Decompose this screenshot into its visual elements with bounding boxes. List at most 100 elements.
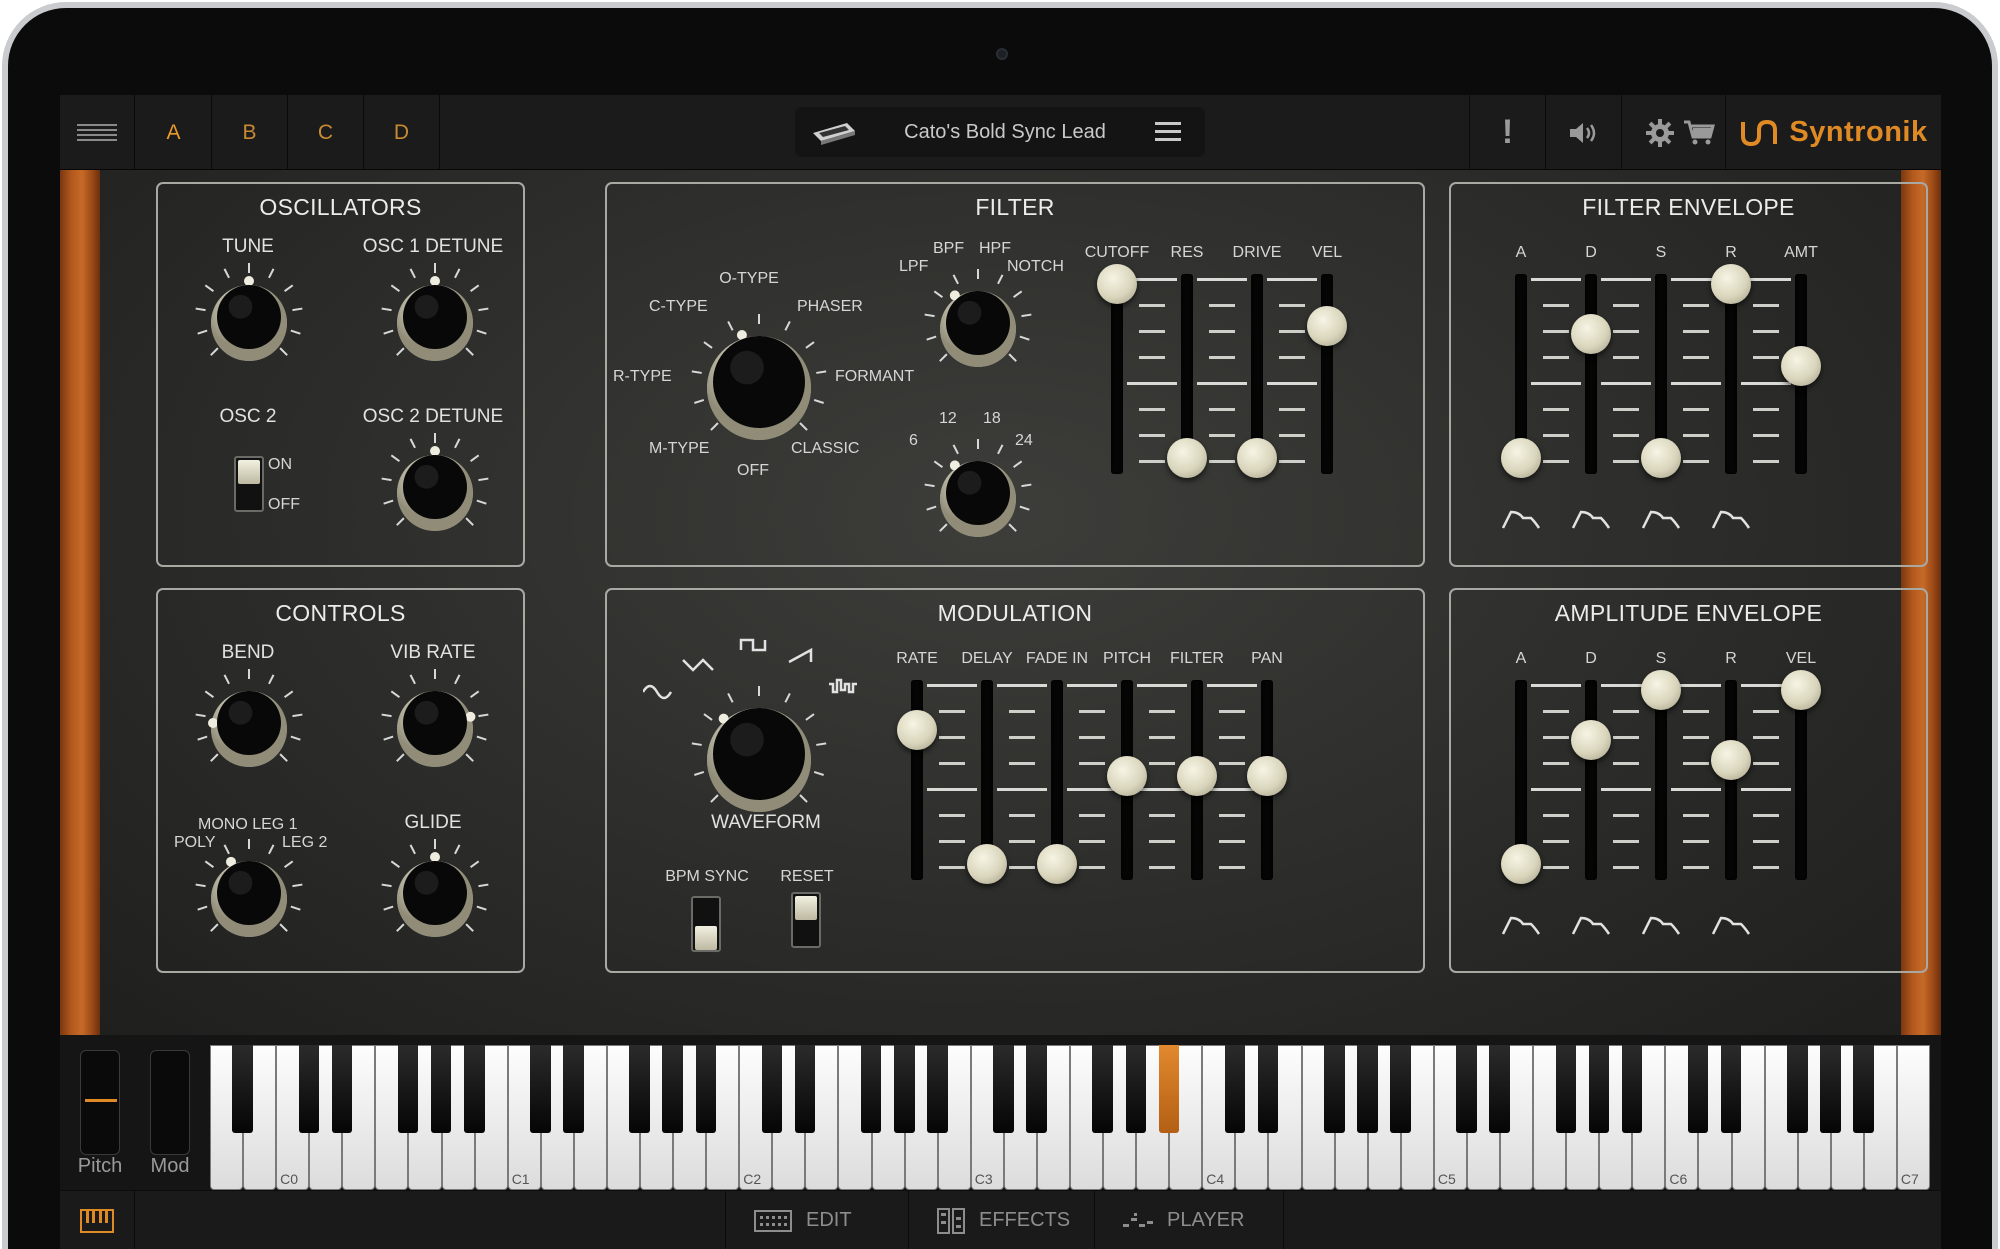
mod-rate-slider-cap[interactable] [897, 710, 937, 750]
mod-pitch-slider-cap[interactable] [1107, 756, 1147, 796]
bend-knob[interactable] [194, 668, 304, 778]
black-key[interactable] [794, 1045, 816, 1133]
vib-rate-knob[interactable] [380, 668, 490, 778]
slot-tab-d[interactable]: D [364, 95, 440, 170]
black-key[interactable] [1125, 1045, 1147, 1133]
filter-cutoff-slider[interactable] [1111, 274, 1123, 474]
slot-tab-a[interactable]: A [136, 95, 212, 170]
black-key[interactable] [1092, 1045, 1113, 1133]
reset-toggle[interactable] [791, 892, 821, 948]
filter-slope-knob[interactable] [923, 438, 1033, 548]
slider-scale-mark [927, 684, 977, 687]
filter-vel-slider-cap[interactable] [1307, 306, 1347, 346]
black-key[interactable] [927, 1045, 948, 1133]
preset-selector[interactable]: Cato's Bold Sync Lead [795, 107, 1205, 157]
filter-env-r-slider[interactable] [1725, 274, 1737, 474]
black-key[interactable] [894, 1045, 915, 1133]
amp-env-s-slider-cap[interactable] [1641, 670, 1681, 710]
black-key[interactable] [993, 1045, 1014, 1133]
glide-knob[interactable] [380, 838, 490, 948]
black-key[interactable] [464, 1045, 485, 1133]
filter-env-d-slider[interactable] [1585, 274, 1597, 474]
slider-scale-mark [1079, 814, 1105, 817]
black-key[interactable] [1324, 1045, 1345, 1133]
black-key[interactable] [1820, 1045, 1841, 1133]
black-key[interactable] [1357, 1045, 1378, 1133]
mod-filter-slider-cap[interactable] [1177, 756, 1217, 796]
black-key[interactable] [563, 1045, 584, 1133]
volume-button[interactable] [1545, 95, 1621, 170]
pitch-label: Pitch [77, 1155, 123, 1177]
amp-env-d-slider[interactable] [1585, 680, 1597, 880]
black-key[interactable] [1026, 1045, 1047, 1133]
black-key[interactable] [331, 1045, 353, 1133]
tune-knob[interactable] [194, 262, 304, 372]
keyboard-toggle-button[interactable] [60, 1191, 135, 1249]
mod-delay-slider-cap[interactable] [967, 844, 1007, 884]
amp-env-vel-slider[interactable] [1795, 680, 1807, 880]
osc2-toggle[interactable] [234, 456, 264, 512]
amp-env-r-slider[interactable] [1725, 680, 1737, 880]
edit-tab[interactable]: EDIT [725, 1191, 908, 1249]
black-key[interactable] [1853, 1045, 1874, 1133]
black-key[interactable] [695, 1045, 717, 1133]
black-key[interactable] [1621, 1045, 1643, 1133]
black-key[interactable] [1687, 1045, 1709, 1133]
white-key[interactable] [1896, 1045, 1930, 1190]
voice-mode-knob[interactable] [194, 838, 304, 948]
filter-mode-knob[interactable] [923, 268, 1033, 378]
amp-env-s-slider[interactable] [1655, 680, 1667, 880]
mod-fade-in-slider-cap[interactable] [1037, 844, 1077, 884]
filter-drive-slider-cap[interactable] [1237, 438, 1277, 478]
black-key[interactable] [1257, 1045, 1279, 1133]
effects-tab[interactable]: EFFECTS [908, 1191, 1094, 1249]
mod-wheel[interactable] [150, 1050, 190, 1155]
filter-env-s-slider-cap[interactable] [1641, 438, 1681, 478]
filter-type-knob[interactable] [679, 302, 839, 462]
mod-label: Mod [150, 1155, 190, 1177]
amp-env-vel-slider-cap[interactable] [1781, 670, 1821, 710]
black-key[interactable] [1158, 1045, 1180, 1133]
filter-res-slider-cap[interactable] [1167, 438, 1207, 478]
black-key[interactable] [1588, 1045, 1610, 1133]
main-menu-button[interactable] [60, 95, 135, 170]
amp-env-r-slider-cap[interactable] [1711, 740, 1751, 780]
osc1-detune-knob[interactable] [380, 262, 490, 372]
filter-vel-slider[interactable] [1321, 274, 1333, 474]
black-key[interactable] [1390, 1045, 1411, 1133]
black-key[interactable] [761, 1045, 783, 1133]
alert-button[interactable]: ! [1469, 95, 1545, 170]
filter-env-a-slider-cap[interactable] [1501, 438, 1541, 478]
black-key[interactable] [662, 1045, 683, 1133]
black-key[interactable] [430, 1045, 452, 1133]
black-key[interactable] [1489, 1045, 1510, 1133]
black-key[interactable] [1456, 1045, 1477, 1133]
black-key[interactable] [1555, 1045, 1577, 1133]
filter-cutoff-slider-cap[interactable] [1097, 264, 1137, 304]
shop-button[interactable] [1673, 95, 1725, 170]
filter-env-r-slider-cap[interactable] [1711, 264, 1751, 304]
black-key[interactable] [860, 1045, 882, 1133]
bpm-sync-toggle[interactable] [691, 896, 721, 952]
pitch-wheel[interactable] [80, 1050, 120, 1155]
osc2-detune-knob[interactable] [380, 432, 490, 542]
piano-keyboard[interactable]: C0 C1 C2 C3 C4 C5 C6 C7 [210, 1045, 1930, 1190]
black-key[interactable] [530, 1045, 551, 1133]
player-tab[interactable]: PLAYER [1094, 1191, 1284, 1249]
preset-list-icon[interactable] [1155, 121, 1181, 143]
amp-env-a-slider-cap[interactable] [1501, 844, 1541, 884]
black-key[interactable] [1720, 1045, 1742, 1133]
waveform-knob[interactable] [679, 674, 839, 834]
black-key[interactable] [397, 1045, 419, 1133]
slot-tab-b[interactable]: B [212, 95, 288, 170]
filter-env-amt-slider-cap[interactable] [1781, 346, 1821, 386]
black-key[interactable] [232, 1045, 253, 1133]
slot-tab-c[interactable]: C [288, 95, 364, 170]
filter-env-d-slider-cap[interactable] [1571, 314, 1611, 354]
black-key[interactable] [1224, 1045, 1246, 1133]
black-key[interactable] [298, 1045, 320, 1133]
black-key[interactable] [629, 1045, 650, 1133]
mod-pan-slider-cap[interactable] [1247, 756, 1287, 796]
black-key[interactable] [1787, 1045, 1808, 1133]
amp-env-d-slider-cap[interactable] [1571, 720, 1611, 760]
